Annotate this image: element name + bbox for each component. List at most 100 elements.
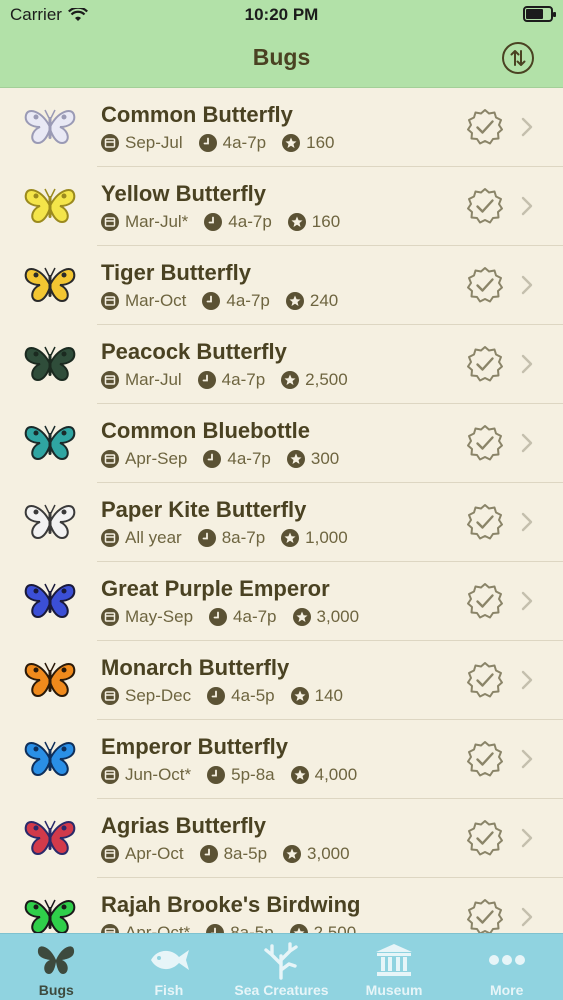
- bug-details: Mar-Jul* 4a-7p 160: [101, 212, 356, 232]
- price-value: 3,000: [307, 844, 350, 863]
- bug-name: Common Butterfly: [101, 102, 293, 127]
- hours-value: 8a-7p: [221, 528, 266, 547]
- bug-name: Tiger Butterfly: [101, 260, 251, 285]
- list-item[interactable]: Common Butterfly Sep-Jul 4a-7p 160: [0, 88, 563, 167]
- donated-check-icon[interactable]: [466, 819, 504, 857]
- chevron-right-icon: [520, 668, 534, 692]
- tab-more[interactable]: More: [450, 934, 563, 1000]
- price-value: 3,000: [316, 607, 360, 626]
- list-item[interactable]: Rajah Brooke's Birdwing Apr-Oct* 8a-5p 2…: [0, 878, 563, 933]
- donated-check-icon[interactable]: [466, 345, 504, 383]
- tab-bugs[interactable]: Bugs: [0, 934, 113, 1000]
- donated-check-icon[interactable]: [466, 661, 504, 699]
- price-value: 1,000: [305, 528, 348, 547]
- list-item[interactable]: Great Purple Emperor May-Sep 4a-7p 3,000: [0, 562, 563, 641]
- clock-icon: [198, 134, 217, 152]
- bug-name: Emperor Butterfly: [101, 734, 289, 759]
- tab-museum[interactable]: Museum: [338, 934, 451, 1000]
- time-window: 4a-7p: [209, 607, 277, 627]
- season: Jun-Oct*: [101, 765, 191, 785]
- season: Apr-Oct: [101, 844, 184, 864]
- calendar-icon: [101, 608, 119, 626]
- hours-value: 4a-7p: [233, 607, 277, 626]
- donated-check-icon[interactable]: [466, 108, 504, 146]
- donated-check-icon[interactable]: [466, 503, 504, 541]
- bug-details: Sep-Jul 4a-7p 160: [101, 133, 351, 153]
- donated-check-icon[interactable]: [466, 740, 504, 778]
- star-icon: [287, 213, 306, 231]
- page-title: Bugs: [252, 44, 311, 70]
- chevron-right-icon: [520, 747, 534, 771]
- time-window: 5p-8a: [207, 765, 275, 785]
- months-value: Mar-Oct: [125, 291, 187, 310]
- sell-price: 160: [282, 133, 335, 153]
- tab-label: More: [489, 982, 524, 998]
- calendar-icon: [101, 134, 119, 152]
- hours-value: 8a-5p: [230, 923, 274, 933]
- bug-name: Agrias Butterfly: [101, 813, 267, 838]
- clock-icon: [209, 608, 228, 626]
- clock: 10:20 PM: [244, 5, 319, 24]
- clock-icon: [206, 924, 225, 933]
- months-value: Apr-Oct*: [125, 923, 191, 933]
- butterfly-icon: [22, 342, 78, 386]
- butterfly-icon: [22, 421, 78, 465]
- time-window: 8a-5p: [199, 844, 268, 864]
- bug-details: Apr-Sep 4a-7p 300: [101, 449, 355, 469]
- bug-name: Rajah Brooke's Birdwing: [101, 892, 361, 917]
- list-item[interactable]: Tiger Butterfly Mar-Oct 4a-7p 240: [0, 246, 563, 325]
- list-item[interactable]: Yellow Butterfly Mar-Jul* 4a-7p 160: [0, 167, 563, 246]
- chevron-right-icon: [520, 510, 534, 534]
- donated-check-icon[interactable]: [466, 187, 504, 225]
- chevron-right-icon: [520, 431, 534, 455]
- list-item[interactable]: Paper Kite Butterfly All year 8a-7p 1,00…: [0, 483, 563, 562]
- hours-value: 4a-7p: [228, 212, 272, 231]
- bug-details: Apr-Oct* 8a-5p 2,500: [101, 923, 372, 933]
- list-item[interactable]: Common Bluebottle Apr-Sep 4a-7p 300: [0, 404, 563, 483]
- star-icon: [290, 766, 309, 784]
- donated-check-icon[interactable]: [466, 898, 504, 933]
- star-icon: [289, 924, 308, 933]
- chevron-right-icon: [520, 194, 534, 218]
- bug-name: Yellow Butterfly: [101, 181, 267, 206]
- calendar-icon: [101, 292, 119, 310]
- price-value: 2,500: [305, 370, 348, 389]
- tab-fish[interactable]: Fish: [113, 934, 226, 1000]
- fish-icon: [147, 940, 191, 980]
- price-value: 160: [311, 212, 341, 231]
- hours-value: 4a-7p: [222, 133, 267, 152]
- bug-name: Common Bluebottle: [101, 418, 310, 443]
- donated-check-icon[interactable]: [466, 266, 504, 304]
- butterfly-icon: [22, 263, 78, 307]
- months-value: May-Sep: [125, 607, 194, 626]
- months-value: All year: [125, 528, 182, 547]
- bug-list[interactable]: Common Butterfly Sep-Jul 4a-7p 160 Yello…: [0, 88, 563, 933]
- bug-name: Great Purple Emperor: [101, 576, 330, 601]
- clock-icon: [197, 371, 216, 389]
- sort-button[interactable]: [502, 42, 534, 74]
- clock-icon: [202, 292, 221, 310]
- time-window: 4a-5p: [207, 686, 275, 706]
- donated-check-icon[interactable]: [466, 424, 504, 462]
- butterfly-icon: [22, 184, 78, 228]
- time-window: 4a-7p: [202, 291, 270, 311]
- list-item[interactable]: Monarch Butterfly Sep-Dec 4a-5p 140: [0, 641, 563, 720]
- sort-arrows-icon: [510, 50, 526, 66]
- bug-name: Monarch Butterfly: [101, 655, 290, 680]
- tab-sea-creatures[interactable]: Sea Creatures: [225, 934, 338, 1000]
- list-item[interactable]: Peacock Butterfly Mar-Jul 4a-7p 2,500: [0, 325, 563, 404]
- chevron-right-icon: [520, 826, 534, 850]
- calendar-icon: [101, 924, 119, 933]
- donated-check-icon[interactable]: [466, 582, 504, 620]
- calendar-icon: [101, 687, 119, 705]
- list-item[interactable]: Agrias Butterfly Apr-Oct 8a-5p 3,000: [0, 799, 563, 878]
- time-window: 4a-7p: [197, 370, 265, 390]
- hours-value: 8a-5p: [223, 844, 268, 863]
- season: Apr-Sep: [101, 449, 187, 469]
- bug-name: Peacock Butterfly: [101, 339, 287, 364]
- list-item[interactable]: Emperor Butterfly Jun-Oct* 5p-8a 4,000: [0, 720, 563, 799]
- season: Apr-Oct*: [101, 923, 190, 933]
- price-value: 4,000: [314, 765, 358, 784]
- bug-details: All year 8a-7p 1,000: [101, 528, 364, 548]
- star-icon: [281, 529, 300, 547]
